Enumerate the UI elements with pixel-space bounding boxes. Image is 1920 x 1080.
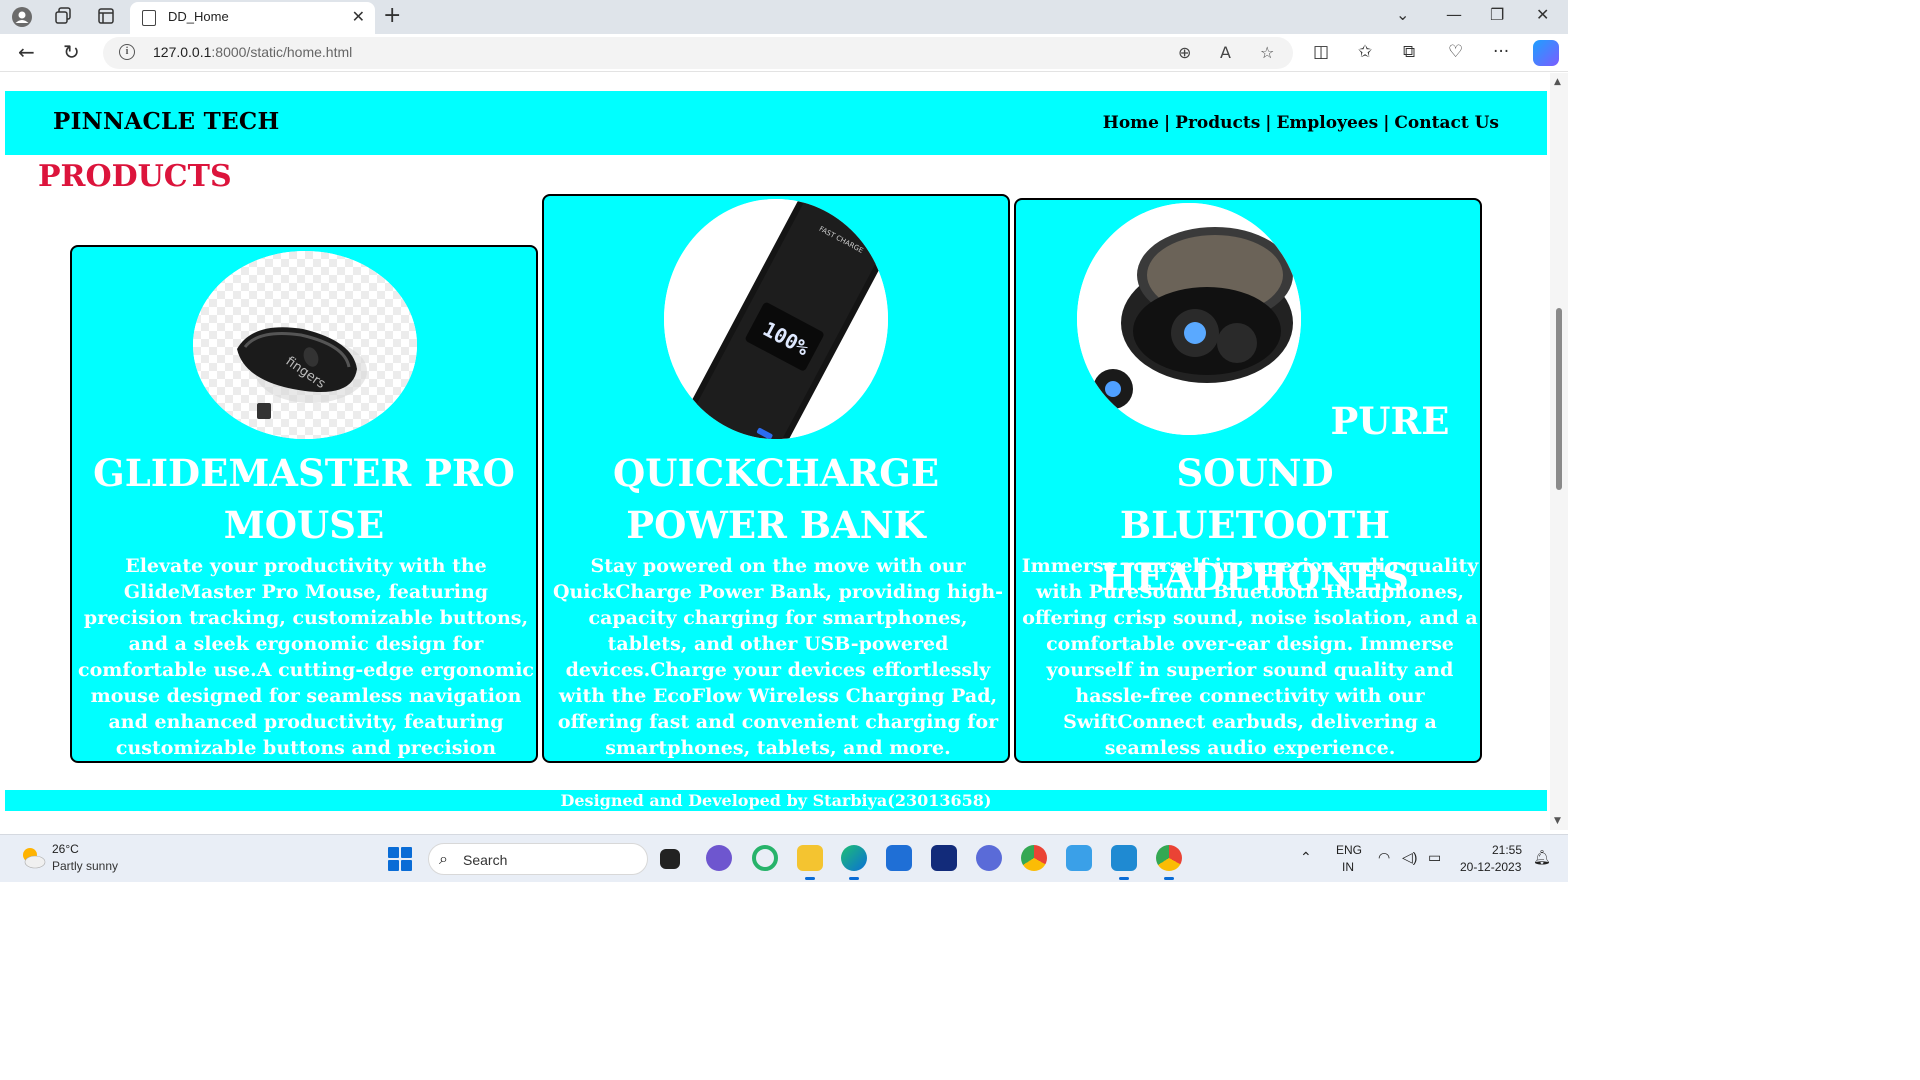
- chrome-icon[interactable]: [1021, 845, 1047, 871]
- nav-separator: |: [1383, 113, 1390, 133]
- weather-sun-cloud-icon[interactable]: [20, 845, 46, 871]
- nav-contact-us[interactable]: Contact Us: [1394, 113, 1499, 133]
- windows-start-icon[interactable]: [388, 847, 412, 871]
- url-path: :8000/static/home.html: [211, 44, 353, 60]
- back-icon[interactable]: ←: [18, 40, 35, 64]
- nav-employees[interactable]: Employees: [1276, 113, 1378, 133]
- task-view-icon[interactable]: [660, 849, 680, 869]
- product-name: GLIDEMASTER PRO MOUSE: [93, 451, 515, 547]
- page-scrollbar[interactable]: ▲ ▼: [1550, 73, 1568, 830]
- minimize-icon[interactable]: —: [1446, 5, 1462, 24]
- site-footer: Designed and Developed by Starbiya(23013…: [5, 790, 1547, 811]
- search-label: Search: [463, 852, 508, 868]
- language-indicator[interactable]: ENG: [1336, 843, 1362, 857]
- url-host: 127.0.0.1: [153, 44, 212, 60]
- edge-browser-icon[interactable]: [841, 845, 867, 880]
- address-bar[interactable]: i 127.0.0.1:8000/static/home.html ⊕ A ☆: [103, 37, 1293, 69]
- copilot-icon[interactable]: [1533, 40, 1559, 66]
- nav-separator: |: [1163, 113, 1171, 133]
- collections-icon[interactable]: ⧉: [1403, 42, 1415, 62]
- clock-time[interactable]: 21:55: [1492, 843, 1522, 857]
- product-card-headphones[interactable]: PURE SOUND BLUETOOTH HEADPHONES Immerse …: [1014, 198, 1482, 763]
- favorite-star-icon[interactable]: ☆: [1260, 43, 1274, 62]
- language-region[interactable]: IN: [1342, 860, 1354, 874]
- a-app-icon[interactable]: [976, 845, 1002, 871]
- vscode-icon[interactable]: [1111, 845, 1137, 880]
- clock-date[interactable]: 20-12-2023: [1460, 860, 1521, 874]
- profile-icon[interactable]: [11, 6, 33, 28]
- split-screen-icon[interactable]: ◫: [1313, 42, 1329, 62]
- scrollbar-thumb[interactable]: [1556, 308, 1562, 490]
- page-viewport: PINNACLE TECH Home | Products | Employees | Co…: [0, 73, 1550, 830]
- close-tab-icon[interactable]: ✕: [352, 7, 365, 26]
- file-explorer-icon[interactable]: [797, 845, 823, 880]
- tray-overflow-chevron-icon[interactable]: ⌃: [1300, 849, 1312, 866]
- brand-title: PINNACLE TECH: [53, 108, 280, 135]
- weather-description[interactable]: Partly sunny: [52, 859, 118, 873]
- refresh-icon[interactable]: ↻: [63, 40, 80, 64]
- product-name: QUICKCHARGE POWER BANK: [612, 451, 940, 547]
- nav-separator: |: [1265, 113, 1272, 133]
- browser-essentials-icon[interactable]: ♡: [1448, 42, 1463, 62]
- battery-icon[interactable]: ▭: [1428, 849, 1441, 866]
- product-description: Elevate your productivity with the Glide…: [78, 555, 534, 759]
- product-description: Stay powered on the move with our QuickC…: [552, 555, 1004, 759]
- address-toolbar: ← ↻ i 127.0.0.1:8000/static/home.html ⊕ …: [0, 34, 1568, 72]
- taskbar-search[interactable]: ⌕ Search: [428, 843, 648, 875]
- tab-title: DD_Home: [168, 9, 229, 24]
- store-app-icon[interactable]: [886, 845, 912, 871]
- chrome-profile-icon[interactable]: [1156, 845, 1182, 880]
- favorites-icon[interactable]: ✩: [1358, 42, 1372, 62]
- meet-app-icon[interactable]: [706, 845, 732, 871]
- maximize-icon[interactable]: ❐: [1490, 5, 1504, 24]
- product-card-power-bank[interactable]: 100% FAST CHARGE QUICKCHARGE POWER BANK …: [542, 194, 1010, 763]
- search-icon: ⌕: [439, 849, 448, 868]
- site-info-icon[interactable]: i: [119, 44, 135, 60]
- windows-taskbar: 26°C Partly sunny ⌕ Search ⌃ ENG IN ◠ ◁)…: [0, 834, 1568, 882]
- zoom-icon[interactable]: ⊕: [1178, 43, 1191, 62]
- tab-list-chevron-icon[interactable]: ⌄: [1396, 5, 1409, 24]
- url-text[interactable]: 127.0.0.1:8000/static/home.html: [153, 44, 352, 60]
- workspaces-icon[interactable]: [52, 6, 74, 28]
- page-icon: [142, 10, 156, 26]
- notification-bell-icon[interactable]: 🔔︎: [1533, 849, 1551, 866]
- sync-app-icon[interactable]: [752, 845, 778, 871]
- more-menu-icon[interactable]: ···: [1493, 42, 1509, 62]
- main-nav: Home | Products | Employees | Contact Us: [1103, 113, 1499, 133]
- volume-icon[interactable]: ◁): [1402, 849, 1417, 866]
- nav-home[interactable]: Home: [1103, 113, 1159, 133]
- browser-tab-active[interactable]: DD_Home ✕: [130, 2, 375, 34]
- mouse-image: fingers: [193, 251, 417, 439]
- power-bank-image: 100% FAST CHARGE: [664, 199, 888, 439]
- wifi-icon[interactable]: ◠: [1378, 849, 1390, 866]
- vertical-tabs-icon[interactable]: [95, 6, 117, 28]
- scroll-down-icon[interactable]: ▼: [1554, 816, 1561, 826]
- read-aloud-icon[interactable]: A: [1220, 43, 1231, 62]
- weather-temperature[interactable]: 26°C: [52, 842, 79, 856]
- site-header: PINNACLE TECH Home | Products | Employees | Co…: [5, 91, 1547, 155]
- photos-app-icon[interactable]: [1066, 845, 1092, 871]
- new-tab-icon[interactable]: +: [383, 3, 401, 28]
- product-card-mouse[interactable]: fingers GLIDEMASTER PRO MOUSE Elevate yo…: [70, 245, 538, 763]
- scroll-up-icon[interactable]: ▲: [1554, 77, 1561, 87]
- l-app-icon[interactable]: [931, 845, 957, 871]
- close-window-icon[interactable]: ✕: [1536, 5, 1549, 24]
- nav-products[interactable]: Products: [1175, 113, 1260, 133]
- browser-tab-bar: DD_Home ✕ + ⌄ — ❐ ✕: [0, 0, 1568, 34]
- products-heading: PRODUCTS: [38, 159, 232, 194]
- product-description: Immerse yourself in superior audio quali…: [1021, 555, 1479, 759]
